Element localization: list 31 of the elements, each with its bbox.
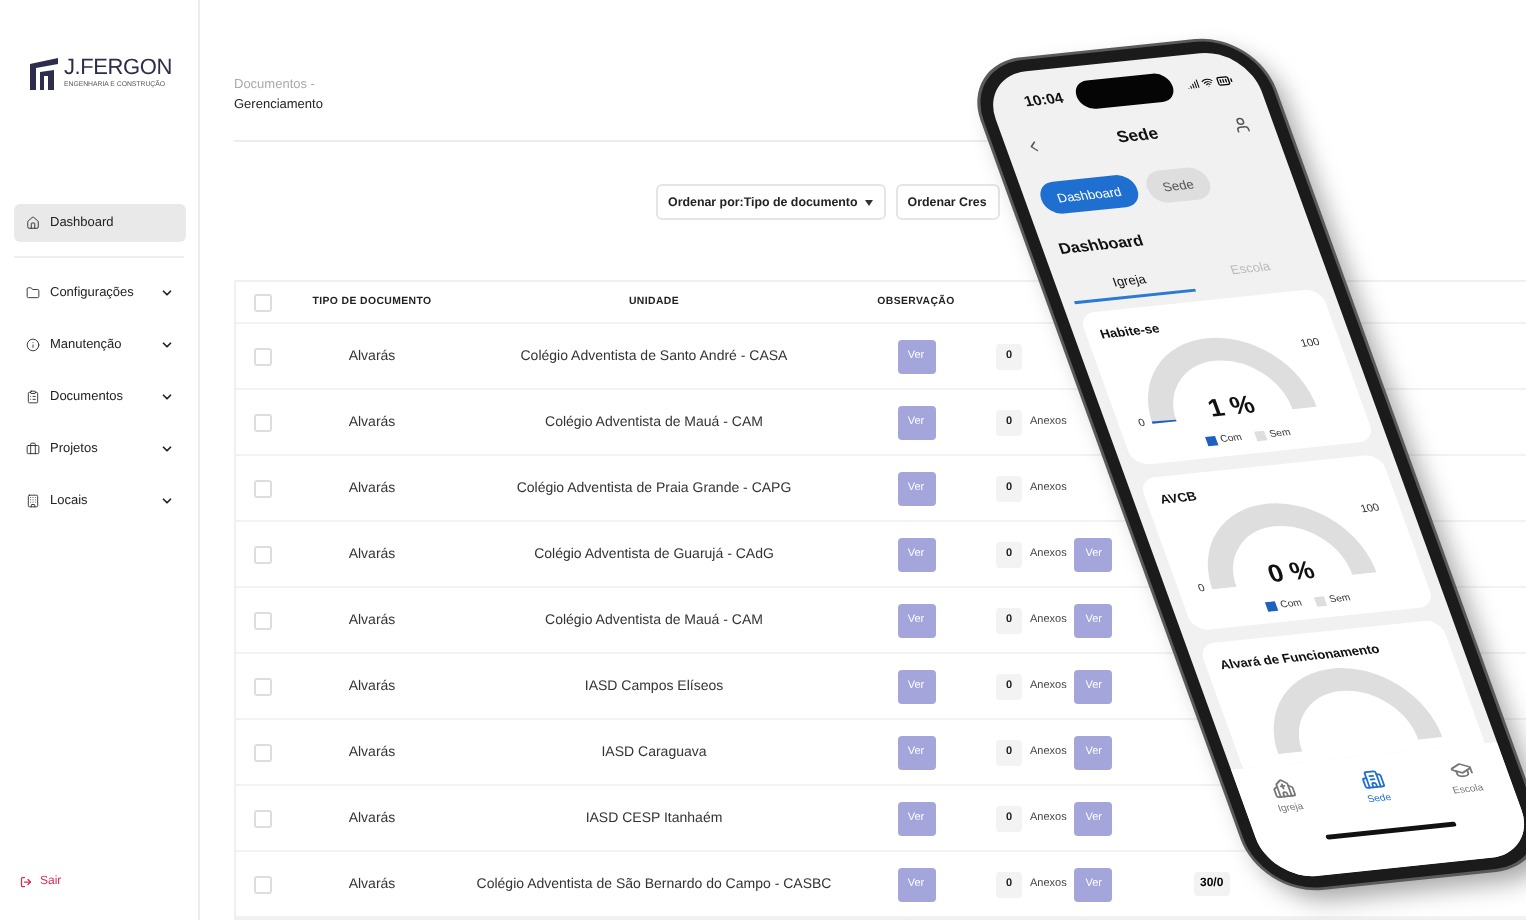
folder-icon [26,286,40,300]
checkbox[interactable] [254,293,272,311]
logo-icon [28,56,60,92]
checkbox[interactable] [254,743,272,761]
logo-name: J.FERGON [64,58,173,80]
chevron-down-icon [160,442,174,456]
checkbox[interactable] [254,479,272,497]
chevron-down-icon [160,390,174,404]
gauge-reading: 0 % [1261,552,1321,592]
building-icon [26,494,40,508]
church-icon [1269,777,1299,801]
chevron-down-icon [160,286,174,300]
clipboard-icon [26,390,40,404]
checkbox[interactable] [254,413,272,431]
chevron-down-icon [160,338,174,352]
checkbox[interactable] [254,347,272,365]
briefcase-icon [26,442,40,456]
logout-icon [20,876,32,888]
building-icon [1357,767,1388,791]
checkbox[interactable] [254,611,272,629]
chevron-down-icon [160,494,174,508]
gauge-reading: 1 % [1201,387,1261,427]
checkbox[interactable] [254,545,272,563]
screen-title: Sede [1113,124,1162,148]
battery-icon [1213,72,1236,90]
graduation-cap-icon [1446,758,1476,782]
checkbox[interactable] [254,875,272,893]
home-icon [26,216,40,230]
checkbox[interactable] [254,677,272,695]
checkbox[interactable] [254,809,272,827]
info-icon [26,338,40,352]
